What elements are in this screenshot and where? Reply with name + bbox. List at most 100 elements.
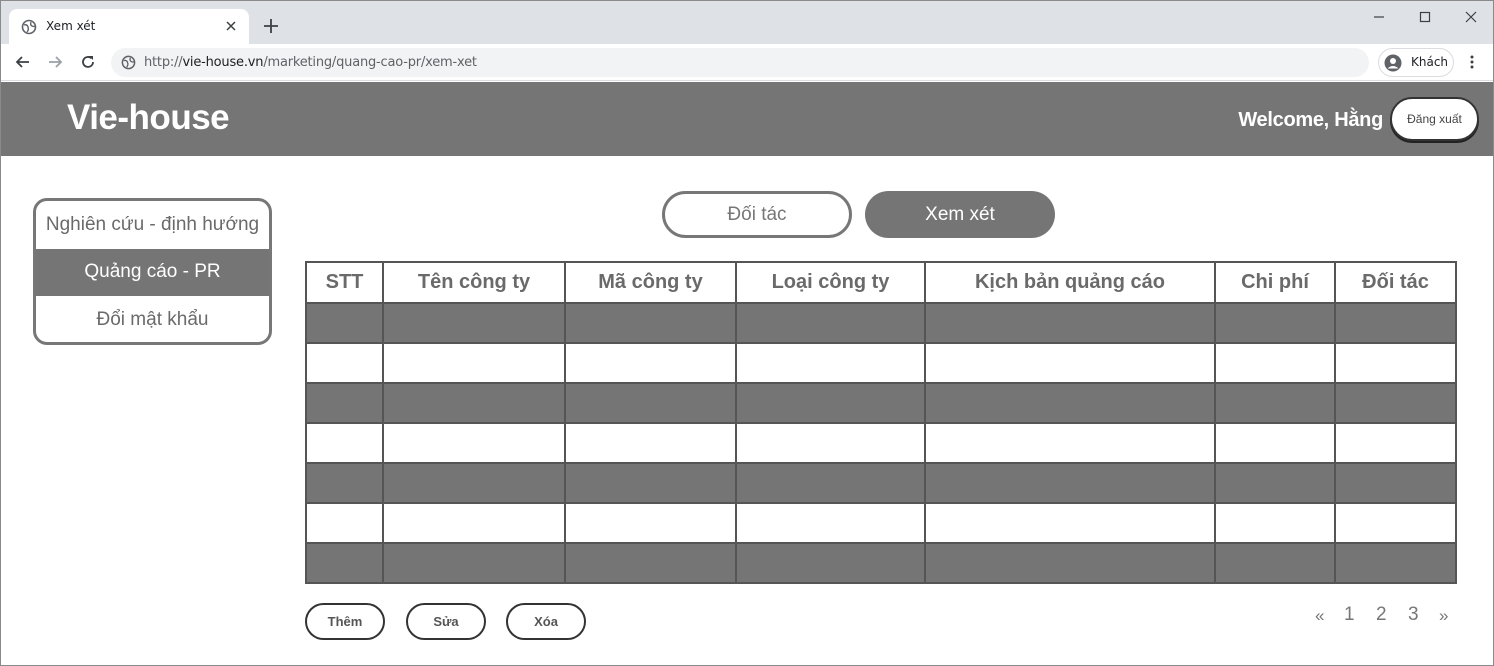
url-text: http://vie-house.vn/marketing/quang-cao-… xyxy=(144,55,477,70)
browser-window: Xem xét http://vie-house.vn/marketing/qu… xyxy=(0,0,1494,666)
site-logo[interactable]: Vie-house xyxy=(67,98,230,138)
profile-label: Khách xyxy=(1411,55,1449,69)
pagination-prev[interactable]: « xyxy=(1315,606,1324,626)
table-cell xyxy=(382,462,566,504)
reload-icon[interactable] xyxy=(79,53,97,71)
table-cell xyxy=(564,302,737,344)
table-cell xyxy=(1334,342,1457,384)
table-row[interactable] xyxy=(305,542,1457,584)
table-cell xyxy=(305,422,384,464)
column-header-company-type[interactable]: Loại công ty xyxy=(735,261,926,304)
avatar-icon xyxy=(1384,54,1402,72)
pagination-page-2[interactable]: 2 xyxy=(1376,604,1387,626)
close-icon[interactable] xyxy=(223,18,239,34)
table-row[interactable] xyxy=(305,382,1457,424)
delete-button[interactable]: Xóa xyxy=(506,603,586,640)
table-cell xyxy=(924,302,1216,344)
table-cell xyxy=(382,542,566,584)
pagination-next[interactable]: » xyxy=(1439,606,1448,626)
column-header-stt[interactable]: STT xyxy=(305,261,384,304)
table-cell xyxy=(924,342,1216,384)
table-cell xyxy=(1334,542,1457,584)
table-cell xyxy=(735,462,926,504)
table-cell xyxy=(305,382,384,424)
sidebar-item-advertising-pr[interactable]: Quảng cáo - PR xyxy=(36,248,269,296)
table-cell xyxy=(1334,302,1457,344)
table-cell xyxy=(1214,462,1336,504)
site-header: Vie-house Welcome, Hằng Đăng xuất xyxy=(1,82,1493,156)
table-cell xyxy=(735,382,926,424)
data-table: STT Tên công ty Mã công ty Loại công ty … xyxy=(305,261,1457,584)
url-host: vie-house.vn xyxy=(182,55,264,70)
globe-icon xyxy=(121,55,136,70)
table-cell xyxy=(382,302,566,344)
table-cell xyxy=(1214,302,1336,344)
column-header-company-name[interactable]: Tên công ty xyxy=(382,261,566,304)
table-row[interactable] xyxy=(305,422,1457,464)
table-cell xyxy=(305,502,384,544)
table-row[interactable] xyxy=(305,342,1457,384)
table-cell xyxy=(382,342,566,384)
table-cell xyxy=(564,502,737,544)
tab-review[interactable]: Xem xét xyxy=(865,191,1055,238)
welcome-text: Welcome, Hằng xyxy=(1238,109,1383,131)
table-cell xyxy=(564,382,737,424)
table-cell xyxy=(1214,502,1336,544)
table-cell xyxy=(1334,422,1457,464)
table-cell xyxy=(924,542,1216,584)
table-cell xyxy=(382,502,566,544)
column-header-company-code[interactable]: Mã công ty xyxy=(564,261,737,304)
table-cell xyxy=(735,542,926,584)
table-cell xyxy=(1334,462,1457,504)
table-cell xyxy=(735,342,926,384)
plus-icon[interactable] xyxy=(261,16,281,36)
table-cell xyxy=(382,422,566,464)
table-cell xyxy=(382,382,566,424)
profile-button[interactable]: Khách xyxy=(1378,48,1454,77)
table-cell xyxy=(735,302,926,344)
table-cell xyxy=(564,342,737,384)
table-cell xyxy=(924,462,1216,504)
table-row[interactable] xyxy=(305,462,1457,504)
table-cell xyxy=(924,502,1216,544)
table-cell xyxy=(305,302,384,344)
table-row[interactable] xyxy=(305,502,1457,544)
table-cell xyxy=(1214,342,1336,384)
column-header-cost[interactable]: Chi phí xyxy=(1214,261,1336,304)
table-cell xyxy=(564,542,737,584)
minimize-icon[interactable] xyxy=(1369,7,1389,27)
table-row[interactable] xyxy=(305,302,1457,344)
back-icon[interactable] xyxy=(14,53,32,71)
browser-toolbar: http://vie-house.vn/marketing/quang-cao-… xyxy=(1,44,1493,81)
url-path: /marketing/quang-cao-pr/xem-xet xyxy=(263,55,477,70)
maximize-icon[interactable] xyxy=(1415,7,1435,27)
table-cell xyxy=(564,422,737,464)
column-header-partner[interactable]: Đối tác xyxy=(1334,261,1457,304)
sidebar-menu: Nghiên cứu - định hướng Quảng cáo - PR Đ… xyxy=(33,198,272,345)
pagination-page-1[interactable]: 1 xyxy=(1344,604,1355,626)
table-cell xyxy=(1214,422,1336,464)
browser-tab[interactable]: Xem xét xyxy=(9,9,249,45)
column-header-ad-script[interactable]: Kịch bản quảng cáo xyxy=(924,261,1216,304)
globe-icon xyxy=(21,19,37,35)
sidebar-item-research[interactable]: Nghiên cứu - định hướng xyxy=(36,201,269,249)
pagination-page-3[interactable]: 3 xyxy=(1408,604,1419,626)
window-close-icon[interactable] xyxy=(1461,7,1481,27)
kebab-menu-icon[interactable] xyxy=(1463,53,1481,71)
title-bar: Xem xét xyxy=(1,1,1493,45)
logout-button[interactable]: Đăng xuất xyxy=(1390,97,1479,141)
table-cell xyxy=(1334,382,1457,424)
add-button[interactable]: Thêm xyxy=(305,603,385,640)
table-cell xyxy=(1214,542,1336,584)
table-cell xyxy=(305,342,384,384)
table-cell xyxy=(735,502,926,544)
edit-button[interactable]: Sửa xyxy=(406,603,486,640)
forward-icon[interactable] xyxy=(46,53,64,71)
table-cell xyxy=(1334,502,1457,544)
address-bar[interactable]: http://vie-house.vn/marketing/quang-cao-… xyxy=(111,48,1369,77)
table-cell xyxy=(305,462,384,504)
sidebar-item-change-password[interactable]: Đổi mật khẩu xyxy=(36,296,269,342)
tab-partners[interactable]: Đối tác xyxy=(662,191,852,238)
url-scheme: http:// xyxy=(144,55,183,70)
table-header-row: STT Tên công ty Mã công ty Loại công ty … xyxy=(305,261,1457,304)
